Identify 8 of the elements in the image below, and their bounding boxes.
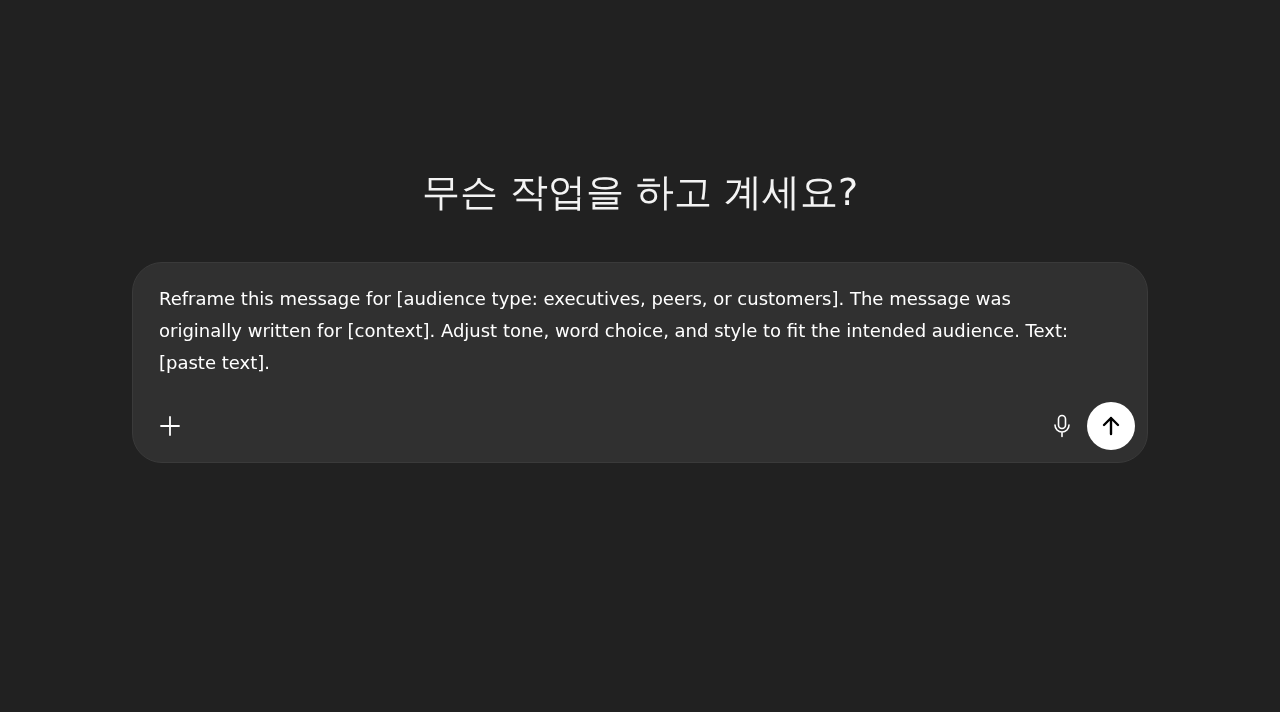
microphone-icon xyxy=(1053,413,1071,438)
plus-icon xyxy=(159,414,181,437)
send-button[interactable] xyxy=(1087,401,1135,450)
arrow-up-icon xyxy=(1100,414,1122,437)
microphone-button[interactable] xyxy=(1053,413,1071,438)
add-button[interactable] xyxy=(159,414,181,437)
page-heading: 무슨 작업을 하고 계세요? xyxy=(420,170,860,216)
message-input-field[interactable]: Reframe this message for [audience type: executives, peers, or customers]. The message was originally written for [context]. Adjust tone, word choice, and style to fit the intended audience. Text: [paste text]. xyxy=(132,261,1148,463)
